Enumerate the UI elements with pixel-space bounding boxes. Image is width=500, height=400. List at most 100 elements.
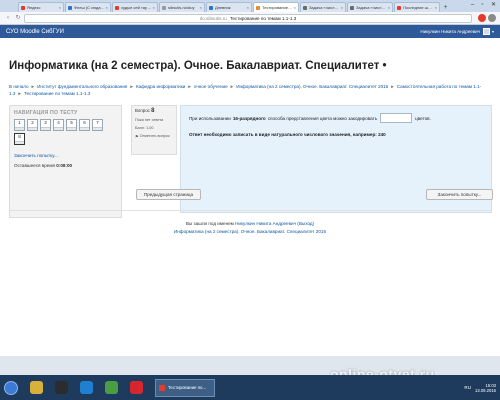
question-nav-button[interactable]: 8 — [14, 133, 25, 145]
close-window-icon[interactable]: ✕ — [489, 1, 498, 9]
browser-tab-strip: Яндекс×Флеш (С сюда) | Кур×худые сей тау… — [0, 0, 500, 12]
question-text: При использовании 16-разрядного способа … — [189, 113, 431, 123]
tab-favicon-icon — [21, 5, 25, 10]
flag-question-toggle[interactable]: ⚑ Отметить вопрос — [135, 134, 173, 139]
breadcrumb-item[interactable]: очное обучение — [194, 84, 228, 89]
quiz-navigation-title: НАВИГАЦИЯ ПО ТЕСТУ — [14, 110, 78, 116]
finish-attempt-button[interactable]: Закончить попытку... — [426, 189, 493, 200]
question-nav-button[interactable]: 5 — [66, 119, 77, 131]
tab-label: Последние шар... — [403, 5, 434, 10]
moodle-navbar: СУО Moodle СибГУИ Никулкин Никита Андрее… — [0, 25, 500, 38]
breadcrumb-item[interactable]: В начало — [9, 84, 29, 89]
logout-link[interactable]: (Выход) — [297, 221, 314, 226]
clock[interactable]: 15:03 13.09.2016 — [475, 383, 496, 393]
close-tab-icon[interactable]: × — [200, 5, 202, 10]
opera-icon[interactable] — [130, 381, 143, 394]
breadcrumb-item[interactable]: Тестирование по темам 1.1-1.3 — [24, 91, 90, 96]
browser-tab[interactable]: Последние шар... × — [394, 2, 440, 12]
download-icon[interactable] — [488, 14, 496, 22]
browser-tab[interactable]: Яндекс × — [18, 2, 64, 12]
site-brand[interactable]: СУО Moodle СибГУИ — [6, 29, 64, 35]
chrome-icon[interactable] — [105, 381, 118, 394]
page-title: Информатика (на 2 семестра). Очное. Бака… — [9, 60, 387, 72]
time-left-label: Оставшееся время — [14, 163, 55, 168]
close-tab-icon[interactable]: × — [294, 5, 296, 10]
back-icon[interactable]: ‹ — [4, 14, 12, 22]
question-state-bar — [80, 127, 89, 130]
question-info-panel: Вопрос 8 Пока нет ответа Балл: 1,00 ⚑ От… — [131, 105, 177, 155]
question-nav-button[interactable]: 4 — [53, 119, 64, 131]
time-left-value: 0:08:00 — [56, 163, 73, 168]
question-nav-button[interactable]: 2 — [27, 119, 38, 131]
browser-tab[interactable]: Задача «числе 1...× — [347, 2, 393, 12]
close-tab-icon[interactable]: × — [247, 5, 249, 10]
question-state-bar — [93, 127, 102, 130]
question-state: Пока нет ответа — [135, 118, 164, 122]
tab-favicon-icon — [68, 5, 72, 10]
login-info: Вы зашли под именем Никулкин Никита Андр… — [185, 221, 315, 226]
tab-label: Задача «числе 1... — [356, 5, 387, 10]
user-name: Никулкин Никита Андреевич — [420, 29, 480, 34]
browser-tab[interactable]: Задача «числе 1...× — [300, 2, 346, 12]
close-tab-icon[interactable]: × — [341, 5, 343, 10]
reload-icon[interactable]: ↻ — [14, 14, 22, 22]
question-hint: Ответ необходимо записать в виде натурал… — [189, 132, 386, 137]
browser-tab[interactable]: Дневник × — [206, 2, 252, 12]
close-tab-icon[interactable]: × — [59, 5, 61, 10]
breadcrumb-item[interactable]: Институт фундаментального образования — [37, 84, 127, 89]
tab-favicon-icon — [350, 5, 354, 10]
question-nav-button[interactable]: 7 — [92, 119, 103, 131]
tab-label: Яндекс — [27, 5, 41, 10]
tab-label: Задача «числе 1... — [309, 5, 340, 10]
browser-tab[interactable]: Тестирование по × — [253, 2, 299, 12]
page-content: Информатика (на 2 семестра). Очное. Бака… — [0, 38, 500, 356]
answer-input[interactable] — [380, 113, 413, 123]
url-field[interactable]: do.sibsutis.ru Тестирование по темам 1.1… — [24, 13, 472, 23]
tab-label: худые сей тау ... — [121, 5, 152, 10]
browser-tab[interactable]: sibsutis.ru/stuy × — [159, 2, 205, 12]
store-icon[interactable] — [80, 381, 93, 394]
question-nav-button[interactable]: 6 — [79, 119, 90, 131]
footer-course-link[interactable]: Информатика (на 2 семестра). Очное. Бака… — [0, 229, 500, 234]
browser-tab[interactable]: Флеш (С сюда) | Кур× — [65, 2, 111, 12]
breadcrumb-item[interactable]: Информатика (на 2 семестра). Очное. Бака… — [236, 84, 388, 89]
finish-attempt-link[interactable]: Закончить попытку... — [14, 153, 117, 158]
question-mark: Балл: 1,00 — [135, 126, 154, 130]
url-host: do.sibsutis.ru — [199, 15, 227, 21]
browser-tab[interactable]: худые сей тау ... × — [112, 2, 158, 12]
chevron-down-icon: ▾ — [491, 29, 494, 34]
close-tab-icon[interactable]: × — [153, 5, 155, 10]
explorer-icon[interactable] — [30, 381, 43, 394]
media-icon[interactable] — [55, 381, 68, 394]
previous-page-button[interactable]: Предыдущая страница — [136, 189, 201, 200]
new-tab-button[interactable]: + — [441, 4, 450, 12]
address-bar: ‹ ↻ do.sibsutis.ru Тестирование по темам… — [0, 12, 500, 25]
user-menu[interactable]: Никулкин Никита Андреевич ▾ — [420, 28, 494, 35]
tab-favicon-icon — [397, 5, 401, 10]
language-indicator[interactable]: RU — [464, 385, 471, 390]
flag-icon: ⚑ — [135, 134, 139, 139]
tab-label: Дневник — [215, 5, 231, 10]
user-profile-link[interactable]: Никулкин Никита Андреевич — [235, 221, 296, 226]
taskbar-active-task[interactable]: Тестирование по... — [155, 378, 215, 397]
divider — [9, 210, 491, 211]
system-tray: RU 15:03 13.09.2016 — [464, 383, 500, 393]
adblock-icon[interactable] — [478, 14, 486, 22]
question-nav-button[interactable]: 3 — [40, 119, 51, 131]
maximize-icon[interactable]: ▫ — [478, 1, 487, 9]
breadcrumb-item[interactable]: Кафедра информатики — [136, 84, 185, 89]
close-tab-icon[interactable]: × — [388, 5, 390, 10]
question-buttons: 1234567 8 — [14, 119, 114, 147]
tab-label: Флеш (С сюда) | Кур — [74, 5, 105, 10]
tab-favicon-icon — [209, 5, 213, 10]
question-number: Вопрос 8 — [135, 108, 155, 114]
question-nav-button[interactable]: 1 — [14, 119, 25, 131]
close-tab-icon[interactable]: × — [435, 5, 437, 10]
minimize-icon[interactable]: – — [468, 1, 477, 9]
tab-favicon-icon — [303, 5, 307, 10]
start-icon[interactable] — [4, 380, 18, 395]
close-tab-icon[interactable]: × — [106, 5, 108, 10]
breadcrumb-separator-icon: ► — [129, 84, 134, 89]
breadcrumb: В начало ► Институт фундаментального образ… — [9, 83, 491, 97]
breadcrumb-separator-icon: ► — [390, 84, 395, 89]
